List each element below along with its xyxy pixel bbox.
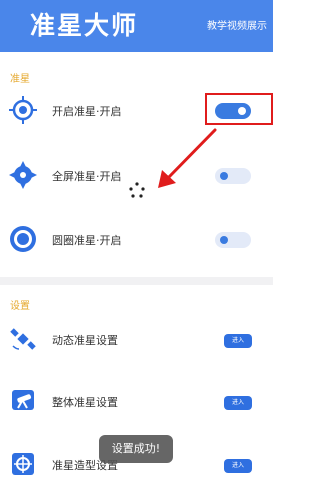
highlight-annotation-box bbox=[205, 93, 273, 125]
crosshair-circle-toggle[interactable] bbox=[215, 232, 251, 248]
enter-button[interactable]: 进入 bbox=[224, 334, 252, 348]
shape-settings-icon bbox=[12, 453, 34, 475]
circle-crosshair-icon bbox=[10, 226, 36, 252]
enter-button[interactable]: 进入 bbox=[224, 459, 252, 473]
toast-message: 设置成功! bbox=[99, 435, 173, 463]
app-title: 准星大师 bbox=[30, 11, 139, 40]
setting-row-label: 整体准星设置 bbox=[52, 396, 118, 409]
crosshair-fullscreen-toggle[interactable] bbox=[215, 168, 251, 184]
satellite-icon bbox=[10, 328, 36, 350]
crosshair-row-label: 开启准星·开启 bbox=[52, 105, 122, 118]
setting-row-label: 动态准星设置 bbox=[52, 334, 118, 347]
toggle-knob bbox=[220, 236, 228, 244]
app-header: 准星大师 教学视频展示 bbox=[0, 0, 273, 52]
crosshair-row-label: 圆圈准星·开启 bbox=[52, 234, 122, 247]
setting-row-overall[interactable]: 整体准星设置 进入 bbox=[0, 378, 273, 426]
crosshair-diamond-icon bbox=[9, 161, 37, 189]
crosshair-target-icon bbox=[9, 96, 37, 124]
telescope-icon bbox=[12, 390, 34, 410]
setting-row-dynamic[interactable]: 动态准星设置 进入 bbox=[0, 316, 273, 364]
section-divider bbox=[0, 277, 273, 285]
section-label-crosshair: 准星 bbox=[10, 74, 30, 85]
toggle-knob bbox=[220, 172, 228, 180]
enter-button[interactable]: 进入 bbox=[224, 396, 252, 410]
crosshair-row-circle: 圆圈准星·开启 bbox=[0, 216, 273, 264]
loading-spinner-icon bbox=[127, 181, 147, 201]
tutorial-video-link[interactable]: 教学视频展示 bbox=[207, 17, 267, 32]
crosshair-row-label: 全屏准星·开启 bbox=[52, 170, 122, 183]
section-label-settings: 设置 bbox=[10, 301, 30, 312]
